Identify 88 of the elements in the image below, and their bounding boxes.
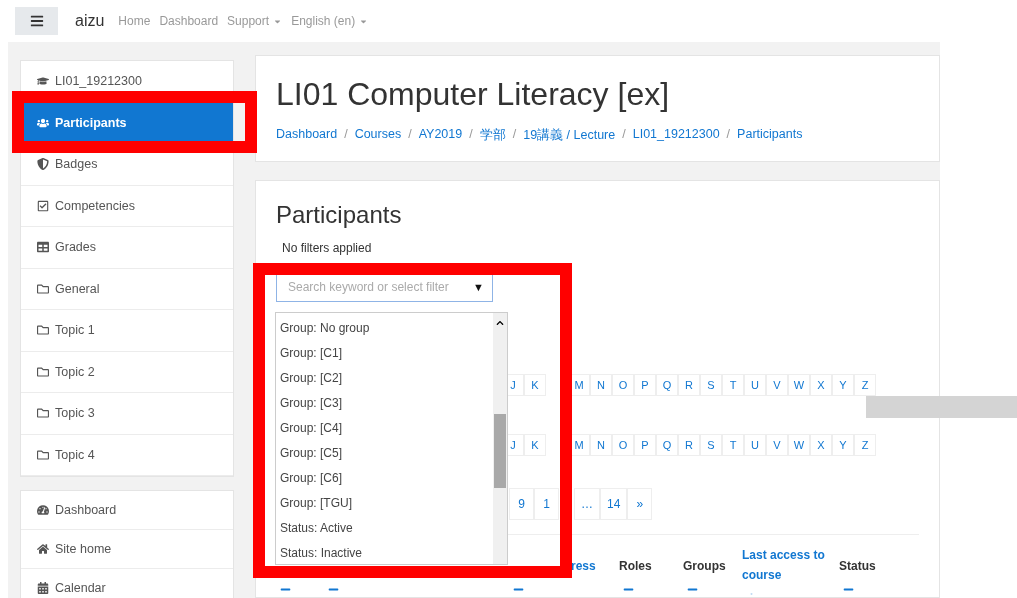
initial-link[interactable]: Z <box>854 434 876 456</box>
folder-icon <box>37 282 49 295</box>
nav-link[interactable]: English (en) <box>291 14 369 28</box>
dropdown-caret: ▼ <box>473 281 484 293</box>
course-title: LI01 Computer Literacy [ex] <box>276 76 671 113</box>
breadcrumb-separator: / <box>726 127 731 143</box>
dropdown-option[interactable]: Group: [C5] <box>276 440 493 465</box>
dropdown-option[interactable]: Group: [C1] <box>276 340 493 365</box>
page-link[interactable]: 1 <box>534 488 559 520</box>
scrollbar[interactable] <box>493 313 507 564</box>
shield-icon <box>37 158 49 171</box>
initial-link[interactable]: P <box>634 434 656 456</box>
page-link[interactable]: … <box>574 488 600 520</box>
initial-link[interactable]: U <box>744 374 766 396</box>
initial-link[interactable]: S <box>700 374 722 396</box>
filter-status: No filters applied <box>282 241 373 255</box>
column-header: Roles <box>619 558 652 575</box>
initial-link[interactable]: N <box>590 374 612 396</box>
breadcrumb-link[interactable]: 学部 <box>479 127 506 144</box>
breadcrumb-link[interactable]: LI01_19212300 <box>632 127 720 144</box>
breadcrumb-link[interactable]: 19講義 / Lecture <box>523 127 616 144</box>
initial-link[interactable]: N <box>590 434 612 456</box>
nav-link[interactable]: Support <box>227 14 283 28</box>
initial-link[interactable]: U <box>744 434 766 456</box>
initial-link[interactable]: W <box>788 374 810 396</box>
site-brand[interactable]: aizu <box>75 12 105 30</box>
initial-link[interactable]: T <box>722 434 744 456</box>
calendar-icon <box>37 582 49 594</box>
menu-button[interactable] <box>15 7 58 35</box>
breadcrumb-separator: / <box>512 127 517 143</box>
nav-link[interactable]: Dashboard <box>159 14 219 28</box>
initial-link[interactable]: S <box>700 434 722 456</box>
breadcrumb-separator: / <box>469 127 473 143</box>
users-icon <box>37 116 49 129</box>
folder-icon <box>37 365 49 378</box>
initial-link[interactable]: O <box>612 374 634 396</box>
initial-link[interactable]: P <box>634 374 656 396</box>
initial-link[interactable]: T <box>722 374 744 396</box>
initial-link[interactable]: R <box>678 434 700 456</box>
dropdown-option[interactable]: Status: Active <box>276 515 493 540</box>
initial-link[interactable]: O <box>612 434 634 456</box>
section-heading: Participants <box>276 201 403 229</box>
initial-link[interactable]: Q <box>656 374 678 396</box>
nav-link[interactable]: Home <box>118 14 151 28</box>
page-link[interactable]: 9 <box>509 488 534 520</box>
initial-link[interactable]: X <box>810 434 832 456</box>
home-icon <box>37 543 49 555</box>
initial-link[interactable]: K <box>524 374 546 396</box>
page-link[interactable]: 14 <box>600 488 628 520</box>
breadcrumb-separator: / <box>408 127 412 143</box>
column-header[interactable]: Last access to course <box>742 545 839 585</box>
dropdown-option[interactable]: Group: No group <box>276 315 493 340</box>
dropdown-option[interactable]: Status: Inactive <box>276 540 493 565</box>
scroll-thumb[interactable] <box>494 414 506 488</box>
breadcrumb-link[interactable]: Participants <box>737 127 803 144</box>
folder-icon <box>37 448 49 461</box>
gauge-icon <box>37 504 49 516</box>
initial-link[interactable]: Y <box>832 374 854 396</box>
initial-link[interactable]: Q <box>656 434 678 456</box>
initial-link[interactable]: Y <box>832 434 854 456</box>
breadcrumb-separator: / <box>622 127 626 143</box>
column-header: Status <box>839 558 876 575</box>
breadcrumb-separator: / <box>344 127 348 143</box>
breadcrumb-link[interactable]: AY2019 <box>418 127 463 144</box>
table-icon <box>37 241 49 254</box>
initial-link[interactable]: R <box>678 374 700 396</box>
graduation-cap-icon <box>37 75 49 88</box>
initial-link[interactable]: W <box>788 434 810 456</box>
dropdown-option[interactable]: Group: [C4] <box>276 415 493 440</box>
initial-link[interactable]: V <box>766 434 788 456</box>
breadcrumb-link[interactable]: Dashboard <box>276 127 338 144</box>
column-header[interactable]: ress <box>571 556 596 576</box>
folder-icon <box>37 407 49 420</box>
column-header: Groups <box>683 558 726 575</box>
dropdown-option[interactable]: Group: [C6] <box>276 465 493 490</box>
initial-link[interactable]: X <box>810 374 832 396</box>
scroll-up-icon[interactable] <box>496 319 504 327</box>
initial-link[interactable]: Z <box>854 374 876 396</box>
dropdown-option[interactable]: Group: [C2] <box>276 365 493 390</box>
initial-link[interactable]: V <box>766 374 788 396</box>
checkbox-icon <box>37 199 49 212</box>
page-link[interactable]: » <box>627 488 653 520</box>
breadcrumb-link[interactable]: Courses <box>354 127 402 144</box>
menu-icon <box>29 14 44 28</box>
dropdown-option[interactable]: Group: [TGU] <box>276 490 493 515</box>
initial-link[interactable]: K <box>524 434 546 456</box>
dropdown-option[interactable]: Group: [C3] <box>276 390 493 415</box>
folder-icon <box>37 324 49 337</box>
